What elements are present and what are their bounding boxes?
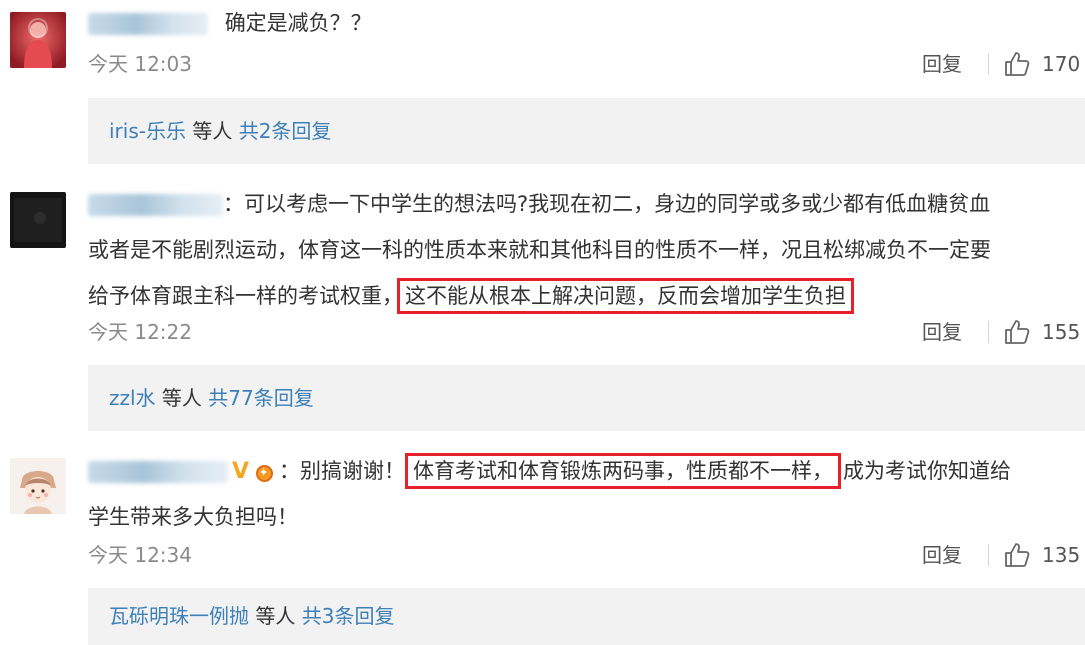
- reply-summary[interactable]: 瓦砾明珠一例抛 等人 共3条回复: [88, 588, 1085, 645]
- reply-user-link[interactable]: iris-乐乐: [109, 119, 186, 143]
- username[interactable]: [88, 13, 208, 35]
- reply-count-link[interactable]: 共3条回复: [302, 604, 395, 628]
- avatar[interactable]: [10, 12, 66, 68]
- avatar[interactable]: [10, 192, 66, 248]
- username[interactable]: [88, 194, 223, 216]
- avatar-cartoon-girl-icon: [10, 458, 66, 514]
- comment-text: 确定是减负？？: [224, 11, 372, 35]
- comment-meta: 今天 12:34 回复 135: [88, 540, 1081, 570]
- reply-user-link[interactable]: 瓦砾明珠一例抛: [109, 604, 249, 628]
- thumbs-up-icon[interactable]: [1003, 541, 1031, 569]
- comment-text-line-2: 或者是不能剧烈运动，体育这一科的性质本来就和其他科目的性质不一样，况且松绑减负不…: [88, 238, 991, 262]
- reply-count-link[interactable]: 共2条回复: [239, 119, 332, 143]
- timestamp: 今天 12:34: [88, 543, 192, 567]
- avatar-dark-icon: [10, 192, 66, 248]
- comment-text-line-3: 给予体育跟主科一样的考试权重，: [88, 284, 403, 308]
- divider: [988, 321, 989, 343]
- divider: [988, 544, 989, 566]
- comment-meta: 今天 12:03 回复 170: [88, 49, 1081, 79]
- reply-summary[interactable]: iris-乐乐 等人 共2条回复: [88, 98, 1085, 164]
- comment-meta: 今天 12:22 回复 155: [88, 317, 1081, 347]
- like-count: 135: [1042, 543, 1081, 567]
- v-badge-icon: V: [232, 459, 250, 484]
- timestamp: 今天 12:22: [88, 320, 192, 344]
- reply-button[interactable]: 回复: [922, 49, 962, 79]
- reply-user-link[interactable]: zzl水: [109, 386, 156, 410]
- comment-text-line-1-end: 成为考试你知道给: [843, 459, 1012, 483]
- username[interactable]: [88, 461, 228, 483]
- avatar-red-figure-icon: [10, 12, 66, 68]
- comment-text-line-1: ：别搞谢谢！: [279, 459, 406, 483]
- reply-etc-label: 等人: [161, 386, 202, 410]
- reply-etc-label: 等人: [192, 119, 233, 143]
- like-count: 170: [1042, 52, 1081, 76]
- thumbs-up-icon[interactable]: [1003, 318, 1031, 346]
- avatar[interactable]: [10, 458, 66, 514]
- comment-body: 确定是减负？？: [88, 0, 1078, 46]
- medal-icon: ✦: [255, 461, 275, 483]
- reply-summary[interactable]: zzl水 等人 共77条回复: [88, 365, 1085, 431]
- reply-count-link[interactable]: 共77条回复: [208, 386, 313, 410]
- reply-etc-label: 等人: [255, 604, 296, 628]
- reply-button[interactable]: 回复: [922, 317, 962, 347]
- timestamp: 今天 12:03: [88, 52, 192, 76]
- divider: [988, 53, 989, 75]
- comment-text-line-2: 学生带来多大负担吗！: [88, 505, 298, 529]
- comment-text-line-1: ：可以考虑一下中学生的想法吗?我现在初二，身边的同学或多或少都有低血糖贫血: [223, 192, 991, 216]
- comment-body: V ✦ ：别搞谢谢！ 体育考试和体育锻炼两码事，性质都不一样， 成为考试你知道给 学生带…: [88, 448, 1078, 540]
- highlighted-text: 体育考试和体育锻炼两码事，性质都不一样，: [405, 453, 842, 489]
- reply-button[interactable]: 回复: [922, 540, 962, 570]
- comment-list: 确定是减负？？ 今天 12:03 回复 170 iris-乐乐 等人 共2条回复: [0, 0, 1085, 645]
- highlighted-text: 这不能从根本上解决问题，反而会增加学生负担: [397, 278, 854, 314]
- like-count: 155: [1042, 320, 1081, 344]
- comment-body: ：可以考虑一下中学生的想法吗?我现在初二，身边的同学或多或少都有低血糖贫血 或者…: [88, 181, 1078, 319]
- thumbs-up-icon[interactable]: [1003, 50, 1031, 78]
